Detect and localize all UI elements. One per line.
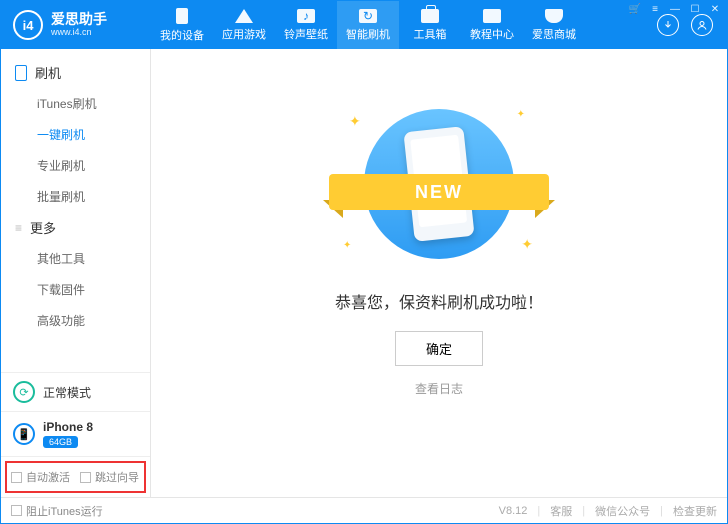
tab-store[interactable]: 爱思商城	[523, 1, 585, 49]
checkbox-skip-guide[interactable]: 跳过向导	[80, 469, 139, 485]
version-label: V8.12	[499, 505, 528, 517]
sidebar-item-oneclick-flash[interactable]: 一键刷机	[1, 119, 150, 150]
sidebar-item-advanced[interactable]: 高级功能	[1, 305, 150, 336]
app-header: i4 爱思助手 www.i4.cn 我的设备 应用游戏 铃声壁纸 智能刷机 工具…	[1, 1, 727, 49]
tab-my-device[interactable]: 我的设备	[151, 1, 213, 49]
sparkle-icon: ✦	[517, 109, 525, 120]
mode-icon: ⟳	[13, 381, 35, 403]
ok-button[interactable]: 确定	[395, 331, 483, 366]
device-box[interactable]: 📱 iPhone 8 64GB	[1, 411, 150, 456]
device-phone-icon: 📱	[13, 423, 35, 445]
device-icon	[15, 65, 27, 81]
ringtone-icon	[297, 9, 315, 23]
phone-icon	[176, 8, 188, 24]
tab-flash[interactable]: 智能刷机	[337, 1, 399, 49]
sparkle-icon: ✦	[343, 240, 351, 251]
sparkle-icon: ✦	[349, 113, 361, 130]
tab-tutorial[interactable]: 教程中心	[461, 1, 523, 49]
sidebar-group-flash: 刷机	[1, 57, 150, 88]
success-text: 恭喜您，保资料刷机成功啦！	[335, 289, 543, 313]
sidebar-item-batch-flash[interactable]: 批量刷机	[1, 181, 150, 212]
more-icon: ≡	[15, 221, 22, 235]
checkbox-auto-activate[interactable]: 自动激活	[11, 469, 70, 485]
cart-icon[interactable]: 🛒	[629, 3, 641, 15]
wechat-link[interactable]: 微信公众号	[595, 503, 650, 519]
brand-logo: i4 爱思助手 www.i4.cn	[1, 10, 151, 40]
tutorial-icon	[483, 9, 501, 23]
sidebar-item-itunes-flash[interactable]: iTunes刷机	[1, 88, 150, 119]
top-tabs: 我的设备 应用游戏 铃声壁纸 智能刷机 工具箱 教程中心 爱思商城	[151, 1, 657, 49]
maximize-icon[interactable]: ☐	[689, 3, 701, 15]
toolbox-icon	[421, 9, 439, 23]
support-link[interactable]: 客服	[550, 503, 572, 519]
sidebar-group-more: ≡更多	[1, 212, 150, 243]
success-illustration: NEW ✦ ✦ ✦ ✦	[339, 99, 539, 269]
download-button[interactable]	[657, 14, 679, 36]
sparkle-icon: ✦	[521, 236, 533, 253]
sidebar: 刷机 iTunes刷机 一键刷机 专业刷机 批量刷机 ≡更多 其他工具 下载固件…	[1, 49, 151, 497]
brand-sub: www.i4.cn	[51, 28, 107, 38]
store-icon	[545, 9, 563, 23]
checkbox-block-itunes[interactable]: 阻止iTunes运行	[11, 503, 103, 519]
options-highlight: 自动激活 跳过向导	[5, 461, 146, 493]
device-capacity: 64GB	[43, 436, 78, 448]
sidebar-item-other-tools[interactable]: 其他工具	[1, 243, 150, 274]
tab-apps[interactable]: 应用游戏	[213, 1, 275, 49]
apps-icon	[235, 9, 253, 23]
menu-icon[interactable]: ≡	[649, 3, 661, 15]
footer: 阻止iTunes运行 V8.12 | 客服 | 微信公众号 | 检查更新	[1, 497, 727, 523]
new-banner: NEW	[329, 174, 549, 210]
user-button[interactable]	[691, 14, 713, 36]
view-log-link[interactable]: 查看日志	[415, 380, 463, 397]
device-name: iPhone 8	[43, 420, 93, 434]
tab-tools[interactable]: 工具箱	[399, 1, 461, 49]
mode-box[interactable]: ⟳ 正常模式	[1, 372, 150, 411]
flash-icon	[359, 9, 377, 23]
minimize-icon[interactable]: —	[669, 3, 681, 15]
update-link[interactable]: 检查更新	[673, 503, 717, 519]
logo-badge: i4	[13, 10, 43, 40]
sidebar-item-pro-flash[interactable]: 专业刷机	[1, 150, 150, 181]
sidebar-item-download-fw[interactable]: 下载固件	[1, 274, 150, 305]
main-content: NEW ✦ ✦ ✦ ✦ 恭喜您，保资料刷机成功啦！ 确定 查看日志	[151, 49, 727, 497]
tab-ring[interactable]: 铃声壁纸	[275, 1, 337, 49]
mode-label: 正常模式	[43, 384, 91, 401]
brand-name: 爱思助手	[51, 12, 107, 27]
close-icon[interactable]: ✕	[709, 3, 721, 15]
